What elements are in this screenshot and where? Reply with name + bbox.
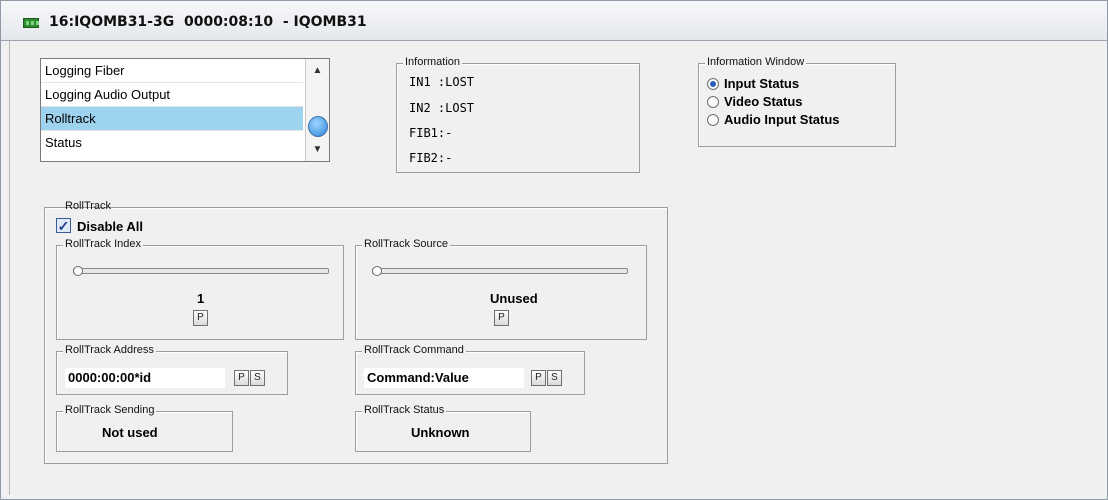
rolltrack-address-p-button[interactable]: P [234, 370, 249, 386]
radio-selected-icon[interactable] [707, 77, 719, 90]
rolltrack-index-slider[interactable] [73, 268, 329, 274]
radio-icon[interactable] [707, 113, 719, 126]
radio-label: Input Status [724, 76, 800, 91]
rolltrack-command-group: RollTrack Command Command:Value P S [355, 344, 585, 395]
disable-all-checkbox[interactable]: ✓ [56, 218, 71, 233]
rolltrack-sending-title: RollTrack Sending [63, 404, 157, 416]
app-icon [23, 18, 39, 28]
scroll-thumb[interactable] [308, 116, 328, 137]
rolltrack-index-p-button[interactable]: P [193, 310, 208, 326]
rolltrack-command-field[interactable]: Command:Value [364, 368, 524, 388]
rolltrack-source-title: RollTrack Source [362, 238, 450, 250]
rolltrack-address-field[interactable]: 0000:00:00*id [65, 368, 225, 388]
list-item-status[interactable]: Status [41, 131, 303, 155]
list-item-logging-audio-output[interactable]: Logging Audio Output [41, 83, 303, 107]
information-window-title: Information Window [705, 56, 807, 68]
list-item-logging-fiber[interactable]: Logging Fiber [41, 59, 303, 83]
list-scrollbar[interactable]: ▲ ▼ [305, 59, 329, 161]
radio-icon[interactable] [707, 95, 719, 108]
info-line-in1: IN1 :LOST [409, 75, 475, 89]
rolltrack-status-title: RollTrack Status [362, 404, 447, 416]
scroll-down-icon[interactable]: ▼ [309, 141, 326, 158]
rolltrack-index-value: 1 [197, 291, 205, 306]
rolltrack-address-title: RollTrack Address [63, 344, 156, 356]
info-line-fib2: FIB2:- [409, 151, 453, 165]
disable-all-label: Disable All [77, 219, 143, 234]
title-bar[interactable]: 16:IQOMB31-3G 0000:08:10 - IQOMB31 [1, 1, 1107, 41]
rolltrack-status-value: Unknown [411, 425, 470, 440]
rolltrack-sending-value: Not used [102, 425, 158, 440]
rolltrack-command-title: RollTrack Command [362, 344, 466, 356]
info-line-fib1: FIB1:- [409, 126, 453, 140]
radio-label: Video Status [724, 94, 803, 109]
content-area: Logging Fiber Logging Audio Output Rollt… [9, 41, 1101, 495]
rolltrack-index-slider-knob[interactable] [73, 266, 83, 276]
radio-audio-input-status[interactable]: Audio Input Status [707, 112, 840, 127]
rolltrack-index-title: RollTrack Index [63, 238, 144, 250]
information-group: Information IN1 :LOST IN2 :LOST FIB1:- F… [396, 56, 640, 173]
radio-input-status[interactable]: Input Status [707, 76, 799, 91]
list-item-rolltrack[interactable]: Rolltrack [41, 107, 303, 131]
rolltrack-group: RollTrack ✓ Disable All RollTrack Index … [44, 200, 668, 464]
rolltrack-address-group: RollTrack Address 0000:00:00*id P S [56, 344, 288, 395]
main-window: 16:IQOMB31-3G 0000:08:10 - IQOMB31 Loggi… [0, 0, 1108, 500]
radio-video-status[interactable]: Video Status [707, 94, 803, 109]
rolltrack-title: RollTrack [65, 200, 112, 212]
radio-label: Audio Input Status [724, 112, 840, 127]
rolltrack-command-p-button[interactable]: P [531, 370, 546, 386]
rolltrack-source-group: RollTrack Source Unused P [355, 238, 647, 340]
rolltrack-status-group: RollTrack Status Unknown [355, 404, 531, 452]
rolltrack-sending-group: RollTrack Sending Not used [56, 404, 233, 452]
scroll-up-icon[interactable]: ▲ [309, 62, 326, 79]
information-title: Information [403, 56, 463, 68]
rolltrack-source-p-button[interactable]: P [494, 310, 509, 326]
page-list[interactable]: Logging Fiber Logging Audio Output Rollt… [40, 58, 330, 162]
rolltrack-command-s-button[interactable]: S [547, 370, 562, 386]
rolltrack-source-slider-knob[interactable] [372, 266, 382, 276]
rolltrack-source-slider[interactable] [372, 268, 628, 274]
rolltrack-index-group: RollTrack Index 1 P [56, 238, 344, 340]
info-line-in2: IN2 :LOST [409, 101, 475, 115]
rolltrack-source-value: Unused [490, 291, 538, 306]
rolltrack-address-s-button[interactable]: S [250, 370, 265, 386]
window-title: 16:IQOMB31-3G 0000:08:10 - IQOMB31 [49, 14, 367, 30]
information-window-group: Information Window Input Status Video St… [698, 56, 896, 147]
